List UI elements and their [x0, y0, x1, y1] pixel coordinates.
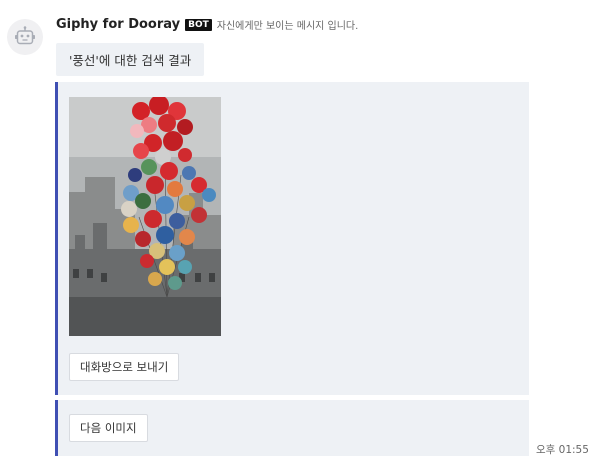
message-header: Giphy for Dooray BOT 자신에게만 보이는 메시지 입니다.: [56, 17, 358, 32]
bot-badge: BOT: [185, 18, 212, 31]
next-image-button[interactable]: 다음 이미지: [69, 414, 148, 442]
robot-icon: [15, 26, 35, 45]
balloon-gif-image[interactable]: [69, 97, 221, 336]
message-timestamp: 오후 01:55: [536, 444, 589, 456]
send-to-chatroom-button[interactable]: 대화방으로 보내기: [69, 353, 180, 381]
next-image-card: 다음 이미지: [55, 400, 529, 456]
search-result-caption: '풍선'에 대한 검색 결과: [56, 43, 205, 76]
chat-view: Giphy for Dooray BOT 자신에게만 보이는 메시지 입니다. …: [0, 0, 602, 473]
gif-result-card: 대화방으로 보내기: [55, 82, 529, 395]
visibility-note: 자신에게만 보이는 메시지 입니다.: [216, 21, 359, 32]
bot-avatar[interactable]: [7, 19, 43, 55]
sender-name[interactable]: Giphy for Dooray: [56, 17, 180, 32]
